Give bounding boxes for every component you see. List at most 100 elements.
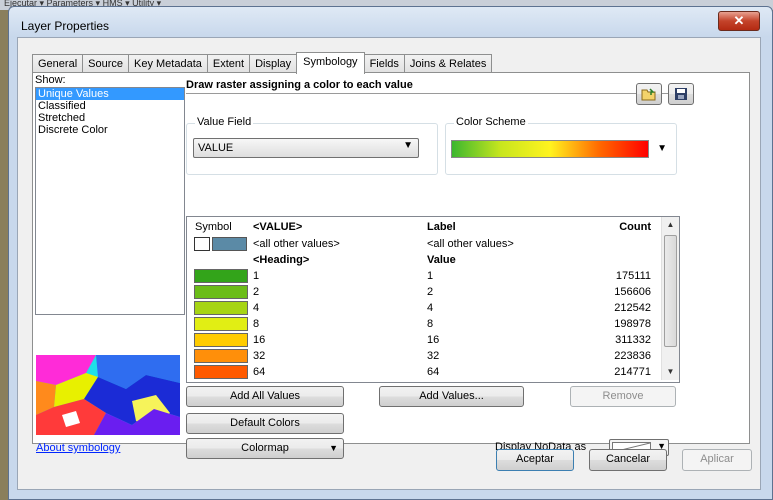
window-title: Layer Properties: [21, 19, 110, 33]
symbology-panel: Show: Unique Values Classified Stretched…: [32, 72, 750, 459]
row-count: 212542: [614, 302, 651, 314]
show-label: Show:: [35, 74, 66, 86]
scroll-down-icon[interactable]: ▼: [662, 364, 679, 380]
value-field-group: Value Field VALUE ▼: [186, 116, 438, 175]
value-field-label: Value Field: [195, 116, 254, 128]
row-count: 311332: [615, 334, 651, 346]
layer-properties-dialog: Layer Properties ✕ General Source Key Me…: [8, 6, 773, 500]
symbol-swatch[interactable]: [194, 365, 248, 379]
row-label: 32: [427, 350, 440, 362]
ok-button[interactable]: Aceptar: [496, 449, 574, 471]
row-count: 223836: [614, 350, 651, 362]
row-count: 175111: [615, 270, 651, 282]
show-item-unique-values[interactable]: Unique Values: [36, 88, 184, 100]
checkbox[interactable]: [194, 237, 210, 251]
open-folder-button[interactable]: [636, 83, 662, 105]
table-row[interactable]: 1 1 175111: [187, 268, 661, 284]
tab-display[interactable]: Display: [249, 54, 298, 73]
row-count: 156606: [614, 286, 651, 298]
table-row[interactable]: 8 8 198978: [187, 316, 661, 332]
symbol-swatch[interactable]: [194, 269, 248, 283]
add-values-button[interactable]: Add Values...: [379, 386, 524, 407]
close-button[interactable]: ✕: [718, 11, 760, 31]
row-value: 16: [253, 334, 266, 346]
dialog-client-area: General Source Key Metadata Extent Displ…: [17, 37, 761, 490]
colormap-button[interactable]: Colormap ▼: [186, 438, 344, 459]
about-symbology-link[interactable]: About symbology: [36, 442, 120, 454]
header-value[interactable]: <VALUE>: [253, 219, 302, 235]
add-all-values-button[interactable]: Add All Values: [186, 386, 344, 407]
row-value: 4: [253, 302, 260, 314]
chevron-down-icon: ▼: [403, 140, 413, 151]
panel-description: Draw raster assigning a color to each va…: [186, 79, 670, 94]
symbol-swatch[interactable]: [212, 237, 247, 251]
row-label: 2: [427, 286, 434, 298]
table-row[interactable]: 32 32 223836: [187, 348, 661, 364]
row-value: 64: [253, 366, 266, 378]
color-scheme-group: Color Scheme ▼: [445, 116, 677, 175]
cancel-button[interactable]: Cancelar: [589, 449, 667, 471]
row-label: 1: [427, 270, 434, 282]
color-scheme-label: Color Scheme: [454, 116, 528, 128]
table-row[interactable]: 16 16 311332: [187, 332, 661, 348]
row-label: 64: [427, 366, 440, 378]
table-row[interactable]: <all other values> <all other values>: [187, 236, 661, 252]
row-value: 2: [253, 286, 260, 298]
save-button[interactable]: [668, 83, 694, 105]
show-item-stretched[interactable]: Stretched: [36, 112, 184, 124]
header-label[interactable]: Label: [427, 219, 456, 235]
scroll-thumb[interactable]: [664, 235, 677, 347]
row-value: 1: [253, 270, 260, 282]
symbol-swatch[interactable]: [194, 349, 248, 363]
row-value: 8: [253, 318, 260, 330]
apply-button[interactable]: Aplicar: [682, 449, 752, 471]
colormap-label: Colormap: [241, 442, 289, 454]
value-field-value: VALUE: [198, 142, 234, 154]
show-list[interactable]: Unique Values Classified Stretched Discr…: [35, 87, 185, 315]
tab-extent[interactable]: Extent: [206, 54, 251, 73]
table-row[interactable]: 2 2 156606: [187, 284, 661, 300]
chevron-down-icon: ▼: [329, 443, 338, 453]
table-row[interactable]: 4 4 212542: [187, 300, 661, 316]
value-field-dropdown[interactable]: VALUE ▼: [193, 138, 419, 158]
symbol-swatch[interactable]: [194, 301, 248, 315]
row-label: 16: [427, 334, 440, 346]
symbol-swatch[interactable]: [194, 333, 248, 347]
tab-source[interactable]: Source: [82, 54, 129, 73]
row-count: 198978: [614, 318, 651, 330]
row-label: 8: [427, 318, 434, 330]
header-symbol[interactable]: Symbol: [195, 219, 232, 235]
row-value: <all other values>: [253, 238, 340, 250]
show-item-discrete-color[interactable]: Discrete Color: [36, 124, 184, 136]
tab-symbology[interactable]: Symbology: [296, 52, 365, 74]
floppy-disk-icon: [675, 88, 687, 100]
row-label: 4: [427, 302, 434, 314]
row-value: <Heading>: [253, 254, 310, 266]
tab-key-metadata[interactable]: Key Metadata: [128, 54, 208, 73]
color-scheme-dropdown[interactable]: ▼: [451, 139, 667, 161]
values-table[interactable]: Symbol <VALUE> Label Count <all other va…: [186, 216, 680, 383]
tab-strip: General Source Key Metadata Extent Displ…: [32, 52, 493, 74]
tab-joins-relates[interactable]: Joins & Relates: [403, 54, 493, 73]
row-label: <all other values>: [427, 238, 514, 250]
folder-icon: [641, 88, 656, 101]
scroll-up-icon[interactable]: ▲: [662, 217, 679, 233]
symbol-swatch[interactable]: [194, 317, 248, 331]
color-ramp: [451, 140, 649, 158]
table-row[interactable]: 64 64 214771: [187, 364, 661, 380]
tab-fields[interactable]: Fields: [363, 54, 405, 73]
chevron-down-icon: ▼: [657, 143, 667, 154]
show-item-classified[interactable]: Classified: [36, 100, 184, 112]
row-value: 32: [253, 350, 266, 362]
table-header: Symbol <VALUE> Label Count: [187, 219, 661, 235]
row-label: Value: [427, 254, 456, 266]
default-colors-button[interactable]: Default Colors: [186, 413, 344, 434]
remove-button[interactable]: Remove: [570, 386, 676, 407]
table-scrollbar[interactable]: ▲ ▼: [661, 217, 679, 380]
tab-general[interactable]: General: [32, 54, 84, 73]
symbol-swatch[interactable]: [194, 285, 248, 299]
row-count: 214771: [614, 366, 651, 378]
header-count[interactable]: Count: [619, 219, 651, 235]
table-row[interactable]: <Heading> Value: [187, 252, 661, 268]
preview-image: [36, 355, 180, 435]
